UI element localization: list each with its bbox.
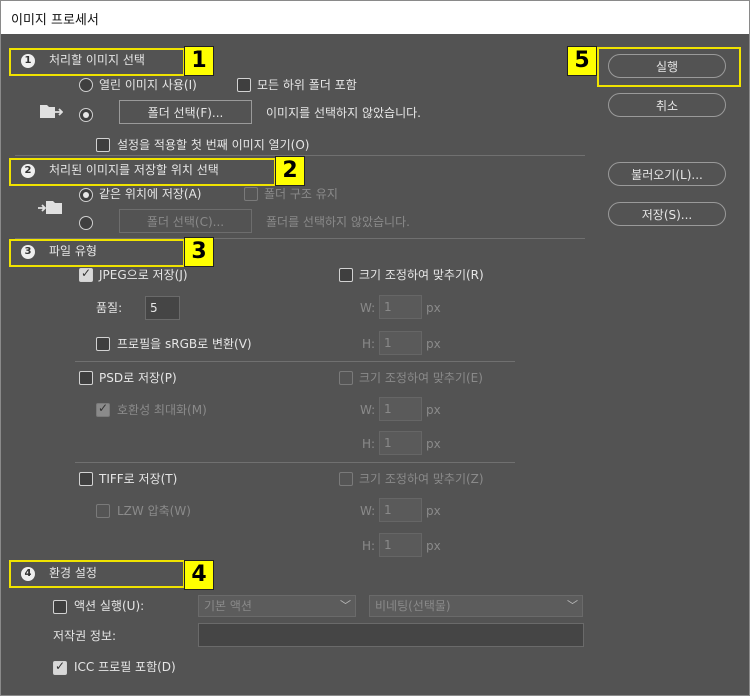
maximize-compatibility-checkbox[interactable]	[96, 401, 110, 417]
include-subfolders-checkbox[interactable]	[237, 78, 251, 92]
radio-select-dest-folder[interactable]	[79, 216, 93, 230]
save-as-jpeg-checkbox[interactable]	[79, 266, 93, 282]
save-as-psd-label: PSD로 저장(P)	[99, 371, 177, 385]
tiff-resize-checkbox[interactable]	[339, 472, 353, 486]
copyright-label: 저작권 정보:	[53, 629, 117, 643]
action-set-value: 기본 액션	[204, 599, 252, 613]
divider	[75, 462, 515, 463]
select-source-folder-button[interactable]: 폴더 선택(F)...	[119, 100, 252, 124]
section-3-step-badge: 3	[21, 245, 35, 259]
jpeg-height-label: H:	[362, 337, 376, 351]
tiff-resize-label: 크기 조정하여 맞추기(Z)	[359, 472, 484, 486]
open-first-image-checkbox[interactable]	[96, 138, 110, 152]
load-button[interactable]: 불러오기(L)...	[608, 162, 726, 186]
psd-height-unit: px	[426, 437, 441, 451]
lzw-compression-label: LZW 압축(W)	[117, 504, 191, 518]
chevron-down-icon: ﹀	[567, 599, 578, 612]
select-dest-folder-button[interactable]: 폴더 선택(C)...	[119, 209, 252, 233]
same-location-label: 같은 위치에 저장(A)	[99, 187, 202, 201]
section-1-title: 처리할 이미지 선택	[49, 53, 145, 67]
source-folder-icon	[40, 105, 63, 118]
chevron-down-icon: ﹀	[340, 599, 351, 612]
convert-srgb-label: 프로필을 sRGB로 변환(V)	[117, 337, 252, 351]
cancel-button[interactable]: 취소	[608, 93, 726, 117]
action-set-select[interactable]: 기본 액션 ﹀	[198, 595, 356, 617]
psd-height-input[interactable]: 1	[379, 431, 422, 455]
section-4-title: 환경 설정	[49, 566, 97, 580]
psd-height-label: H:	[362, 437, 376, 451]
section-2-step-badge: 2	[21, 164, 35, 178]
no-images-selected-text: 이미지를 선택하지 않았습니다.	[266, 106, 421, 120]
section-4-highlight	[9, 560, 185, 588]
radio-select-folder[interactable]	[79, 108, 93, 122]
divider	[75, 361, 515, 362]
open-images-label: 열린 이미지 사용(I)	[99, 78, 197, 92]
save-as-tiff-checkbox[interactable]	[79, 472, 93, 486]
tiff-height-label: H:	[362, 539, 376, 553]
title-bar: 이미지 프로세서	[1, 1, 749, 34]
annotation-2: 2	[275, 156, 305, 186]
jpeg-resize-label: 크기 조정하여 맞추기(R)	[359, 268, 484, 282]
jpeg-height-input[interactable]: 1	[379, 331, 422, 355]
run-action-checkbox[interactable]	[53, 600, 67, 614]
tiff-height-unit: px	[426, 539, 441, 553]
psd-width-label: W:	[360, 403, 376, 417]
jpeg-resize-checkbox[interactable]	[339, 268, 353, 282]
psd-width-input[interactable]: 1	[379, 397, 422, 421]
jpeg-height-unit: px	[426, 337, 441, 351]
save-as-jpeg-label: JPEG으로 저장(J)	[99, 268, 188, 282]
window-title: 이미지 프로세서	[11, 13, 99, 28]
tiff-height-input[interactable]: 1	[379, 533, 422, 557]
keep-folder-structure-label: 폴더 구조 유지	[264, 187, 338, 201]
copyright-input[interactable]	[198, 623, 584, 647]
quality-label: 품질:	[96, 301, 123, 315]
section-1-step-badge: 1	[21, 54, 35, 68]
tiff-width-label: W:	[360, 504, 376, 518]
include-icc-checkbox[interactable]	[53, 659, 67, 675]
annotation-5: 5	[567, 46, 597, 76]
maximize-compatibility-label: 호환성 최대화(M)	[117, 403, 207, 417]
quality-input[interactable]: 5	[145, 296, 180, 320]
psd-resize-checkbox[interactable]	[339, 371, 353, 385]
save-as-psd-checkbox[interactable]	[79, 371, 93, 385]
jpeg-width-label: W:	[360, 301, 376, 315]
section-2-title: 처리된 이미지를 저장할 위치 선택	[49, 163, 219, 177]
run-button[interactable]: 실행	[608, 54, 726, 78]
destination-folder-icon	[38, 201, 62, 214]
convert-srgb-checkbox[interactable]	[96, 337, 110, 351]
keep-folder-structure-checkbox[interactable]	[244, 187, 258, 201]
no-folder-selected-text: 폴더를 선택하지 않았습니다.	[266, 215, 410, 229]
psd-width-unit: px	[426, 403, 441, 417]
radio-same-location[interactable]	[79, 188, 93, 202]
section-3-title: 파일 유형	[49, 244, 97, 258]
include-icc-label: ICC 프로필 포함(D)	[74, 660, 176, 674]
jpeg-width-input[interactable]: 1	[379, 295, 422, 319]
annotation-1: 1	[184, 46, 214, 76]
annotation-4: 4	[184, 560, 214, 590]
action-name-select[interactable]: 비네팅(선택물) ﹀	[369, 595, 583, 617]
run-action-label: 액션 실행(U):	[74, 599, 145, 613]
open-first-image-label: 설정을 적용할 첫 번째 이미지 열기(O)	[117, 138, 310, 152]
lzw-compression-checkbox[interactable]	[96, 504, 110, 518]
section-4-step-badge: 4	[21, 567, 35, 581]
section-3-highlight	[9, 239, 185, 267]
include-subfolders-label: 모든 하위 폴더 포함	[257, 78, 357, 92]
action-name-value: 비네팅(선택물)	[375, 599, 451, 613]
psd-resize-label: 크기 조정하여 맞추기(E)	[359, 371, 483, 385]
annotation-3: 3	[184, 237, 214, 267]
save-button[interactable]: 저장(S)...	[608, 202, 726, 226]
radio-open-images[interactable]	[79, 78, 93, 92]
image-processor-dialog: 이미지 프로세서 1 처리할 이미지 선택 1 열린 이미지 사용(I) 모든 …	[0, 0, 750, 696]
jpeg-width-unit: px	[426, 301, 441, 315]
save-as-tiff-label: TIFF로 저장(T)	[99, 472, 178, 486]
tiff-width-input[interactable]: 1	[379, 498, 422, 522]
tiff-width-unit: px	[426, 504, 441, 518]
